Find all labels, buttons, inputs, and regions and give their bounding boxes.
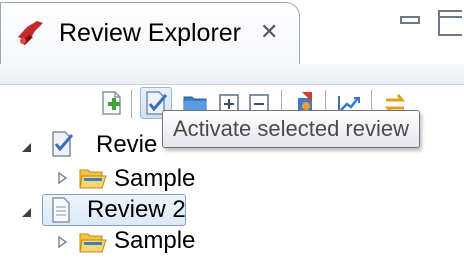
folder-icon xyxy=(79,169,107,189)
close-icon[interactable]: ✕ xyxy=(260,19,278,45)
toolbar-separator xyxy=(131,90,132,118)
tab-title: Review Explorer xyxy=(59,19,242,47)
maximize-icon[interactable] xyxy=(438,10,462,36)
expanded-arrow-icon[interactable] xyxy=(20,206,32,218)
selected-row-highlight: Review 2 xyxy=(42,194,186,226)
tree-row-sample-1[interactable]: Sample xyxy=(0,162,464,194)
tree-label-sample: Sample xyxy=(114,227,196,254)
minimize-icon[interactable] xyxy=(400,16,420,24)
tooltip: Activate selected review xyxy=(162,110,420,148)
review-explorer-icon xyxy=(15,17,47,49)
tree-row-sample-2[interactable]: Sample xyxy=(0,226,464,258)
tab-review-explorer[interactable]: Review Explorer ✕ xyxy=(0,2,300,64)
folder-icon xyxy=(79,233,107,253)
view-header: Review Explorer ✕ xyxy=(0,0,464,64)
review-document-icon xyxy=(52,197,70,223)
new-review-icon xyxy=(102,91,121,115)
tab-strip xyxy=(0,64,464,85)
collapsed-arrow-icon[interactable] xyxy=(56,172,68,184)
new-review-button[interactable] xyxy=(96,88,126,118)
tree-label-review-1: Revie xyxy=(96,131,158,158)
tree-label-sample: Sample xyxy=(114,165,196,192)
tree-label-review-2: Review 2 xyxy=(87,196,186,223)
active-review-icon xyxy=(52,131,74,157)
tree-row-review-2[interactable]: Review 2 xyxy=(0,194,464,226)
collapsed-arrow-icon[interactable] xyxy=(56,236,68,248)
expanded-arrow-icon[interactable] xyxy=(20,141,32,153)
